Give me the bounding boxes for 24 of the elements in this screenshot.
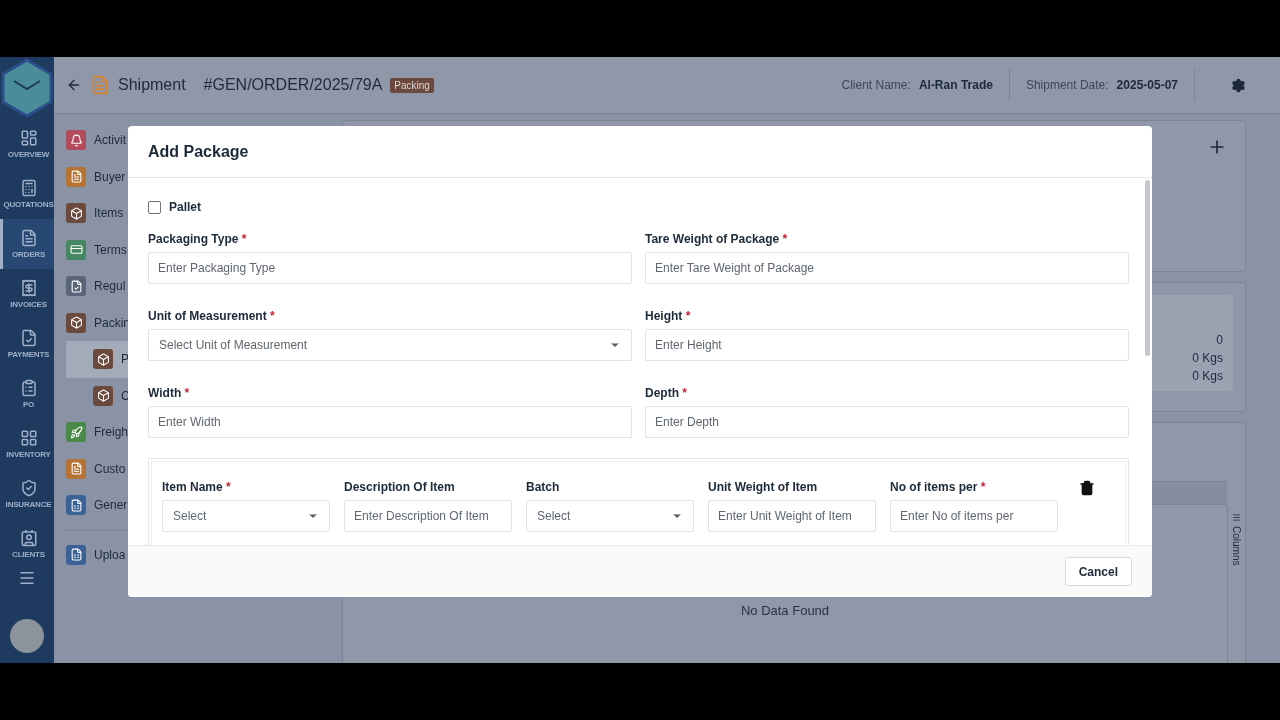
modal-title: Add Package xyxy=(148,142,249,161)
field-label: Description Of Item xyxy=(344,480,456,494)
field-label: Unit Weight of Item xyxy=(708,480,819,494)
empty-message: No Data Found xyxy=(740,603,830,618)
field-label: Tare Weight of Package * xyxy=(645,232,789,246)
field-label: Item Name * xyxy=(162,480,232,494)
checkbox-label: Pallet xyxy=(169,200,201,214)
status-badge: Packing xyxy=(390,77,434,93)
field-label: Packaging Type * xyxy=(148,232,248,246)
field-label: Unit of Measurement * xyxy=(148,309,276,323)
summary-value: 0 Kgs xyxy=(1192,351,1223,365)
shipment-date: 2025-05-07 xyxy=(1116,78,1178,92)
order-number: #GEN/ORDER/2025/79A xyxy=(203,76,383,94)
summary-value: 0 xyxy=(1216,333,1223,347)
field-label: Height * xyxy=(645,309,692,323)
client-name: Al-Ran Trade xyxy=(918,78,993,92)
summary-value: 0 Kgs xyxy=(1192,369,1223,383)
field-label: No of items per * xyxy=(890,480,987,494)
field-label: Depth * xyxy=(645,386,688,400)
field-label: Batch xyxy=(526,480,561,494)
page-title: Shipment xyxy=(118,76,186,94)
date-label: Shipment Date: xyxy=(1025,78,1109,92)
field-label: Width * xyxy=(148,386,191,400)
client-label: Client Name: xyxy=(841,78,911,92)
